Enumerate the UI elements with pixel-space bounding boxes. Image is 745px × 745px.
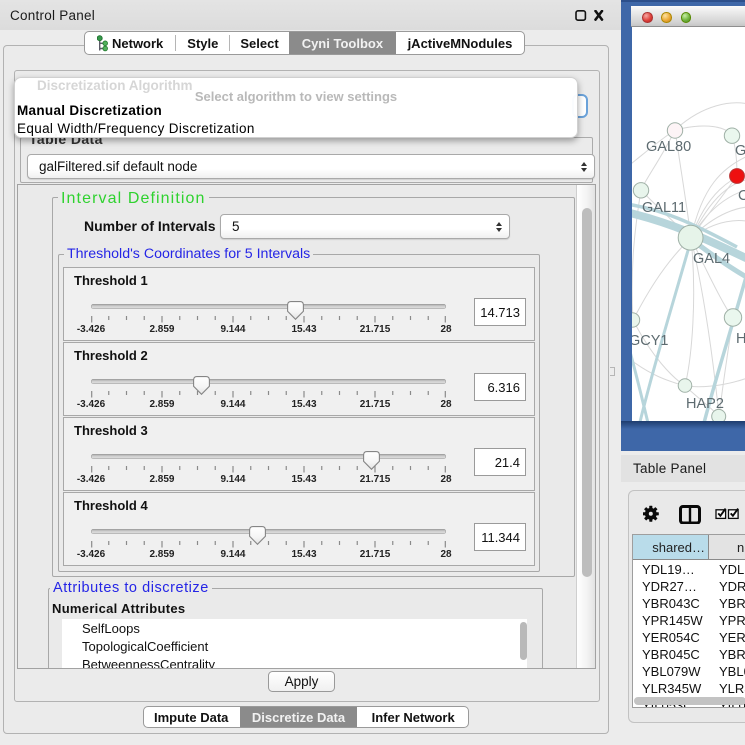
svg-text:GAL11: GAL11: [642, 200, 686, 216]
svg-text:H: H: [736, 331, 745, 347]
svg-text:GCY1: GCY1: [632, 333, 669, 349]
svg-text:GAL4: GAL4: [693, 251, 730, 267]
svg-text:HAP2: HAP2: [686, 396, 724, 412]
svg-text:GAL80: GAL80: [646, 139, 691, 155]
svg-text:G.: G.: [735, 143, 745, 159]
svg-text:C: C: [738, 188, 745, 204]
